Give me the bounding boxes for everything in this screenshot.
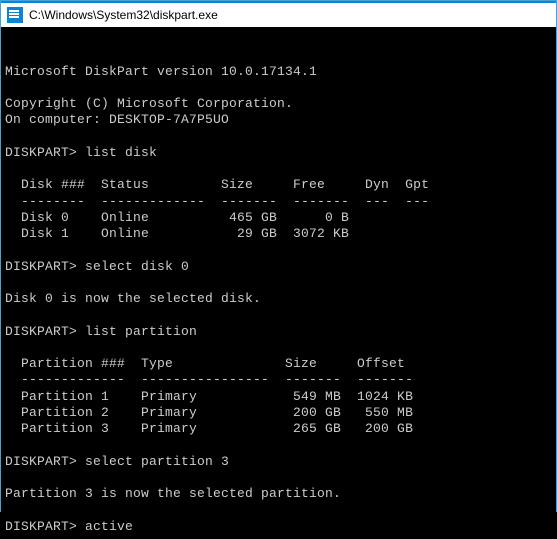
response-disk-selected: Disk 0 is now the selected disk. — [5, 291, 261, 306]
blank-line — [5, 470, 13, 485]
blank-line — [5, 502, 13, 517]
prompt: DISKPART> — [5, 145, 77, 160]
blank-line — [5, 307, 13, 322]
response-partition-selected: Partition 3 is now the selected partitio… — [5, 486, 341, 501]
disk-table-row: Disk 1 Online 29 GB 3072 KB — [5, 226, 349, 241]
blank-line — [5, 80, 13, 95]
copyright-line: Copyright (C) Microsoft Corporation. — [5, 96, 293, 111]
partition-table-row: Partition 2 Primary 200 GB 550 MB — [5, 405, 413, 420]
prompt: DISKPART> — [5, 259, 77, 274]
disk-table-divider: -------- ------------- ------- ------- -… — [5, 194, 429, 209]
prompt: DISKPART> — [5, 324, 77, 339]
titlebar[interactable]: C:\Windows\System32\diskpart.exe — [1, 1, 556, 27]
partition-table-divider: ------------- ---------------- ------- -… — [5, 372, 413, 387]
partition-table-header: Partition ### Type Size Offset — [5, 356, 405, 371]
partition-table-row: Partition 1 Primary 549 MB 1024 KB — [5, 389, 413, 404]
version-line: Microsoft DiskPart version 10.0.17134.1 — [5, 64, 317, 79]
blank-line — [5, 437, 13, 452]
disk-table-header: Disk ### Status Size Free Dyn Gpt — [5, 177, 429, 192]
diskpart-icon — [7, 7, 23, 23]
blank-line — [5, 129, 13, 144]
blank-line — [5, 275, 13, 290]
blank-line — [5, 340, 13, 355]
partition-table-row: Partition 3 Primary 265 GB 200 GB — [5, 421, 413, 436]
window-title: C:\Windows\System32\diskpart.exe — [29, 8, 218, 22]
blank-line — [5, 242, 13, 257]
blank-line — [5, 161, 13, 176]
prompt: DISKPART> — [5, 454, 77, 469]
computer-line: On computer: DESKTOP-7A7P5UO — [5, 112, 229, 127]
disk-table-row: Disk 0 Online 465 GB 0 B — [5, 210, 349, 225]
cmd-select-disk: select disk 0 — [85, 259, 189, 274]
cmd-list-partition: list partition — [85, 324, 197, 339]
cmd-active: active — [85, 519, 133, 534]
terminal-output[interactable]: Microsoft DiskPart version 10.0.17134.1 … — [1, 27, 556, 539]
cmd-list-disk: list disk — [85, 145, 157, 160]
cmd-select-partition: select partition 3 — [85, 454, 229, 469]
blank-line — [5, 47, 13, 62]
prompt: DISKPART> — [5, 519, 77, 534]
